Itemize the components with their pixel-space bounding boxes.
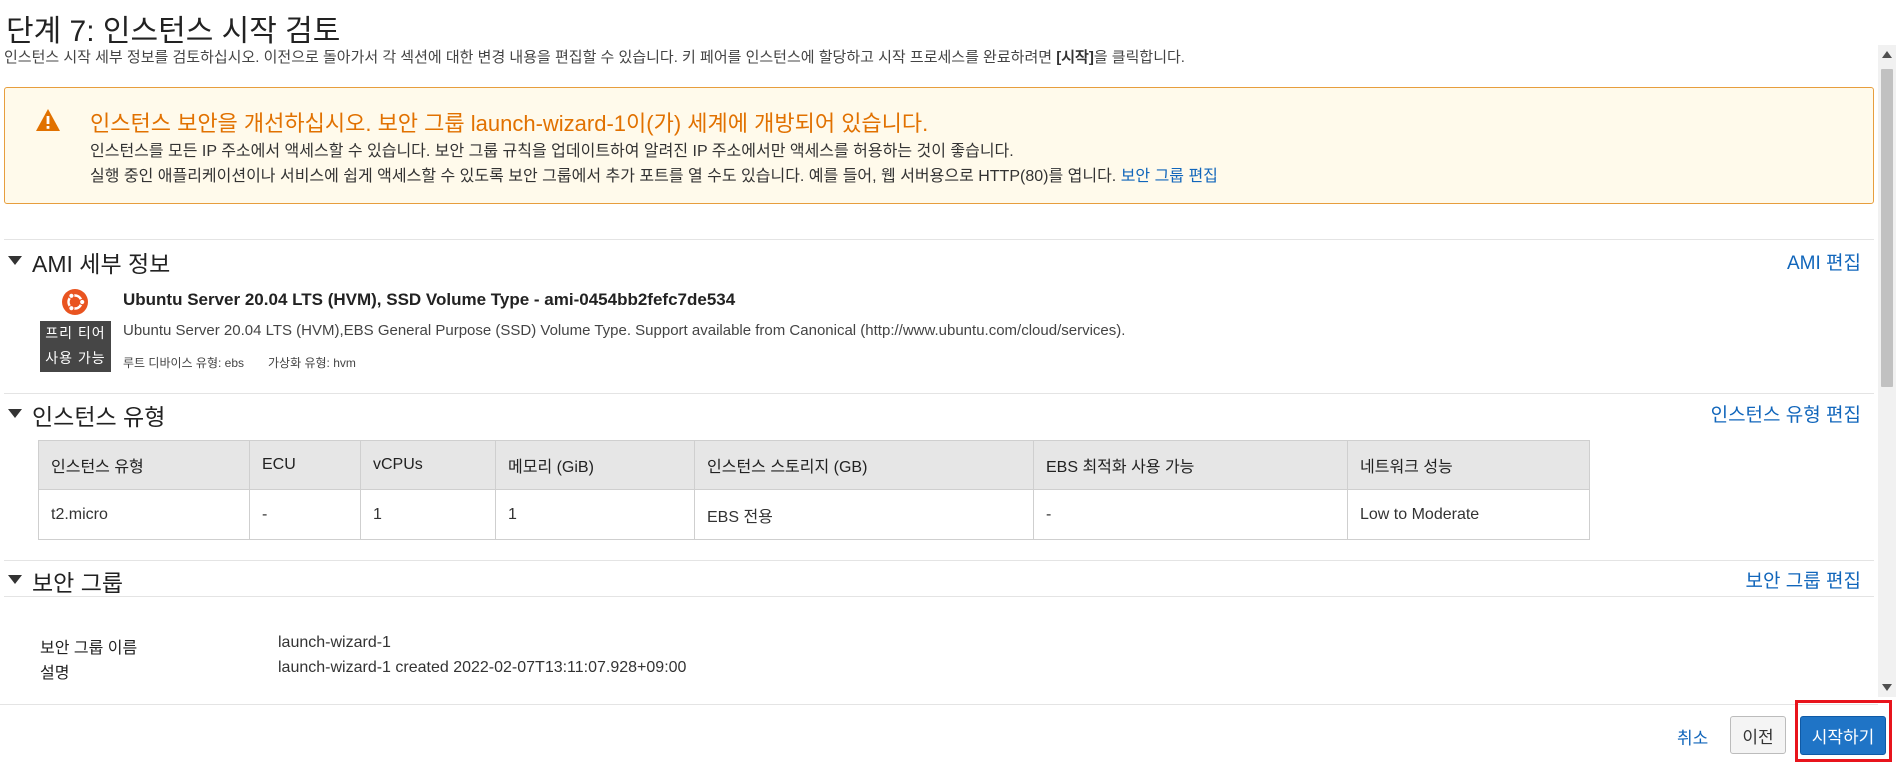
edit-security-group-link[interactable]: 보안 그룹 편집	[1746, 566, 1861, 593]
instance-type-section-title: 인스턴스 유형	[32, 404, 166, 430]
collapse-caret-icon[interactable]	[8, 408, 22, 418]
security-group-name-label: 보안 그룹 이름	[40, 640, 138, 657]
table-cell: EBS 전용	[694, 489, 1034, 540]
free-tier-badge-line-1: 프리 티어	[45, 325, 106, 341]
table-cell: t2.micro	[38, 489, 250, 540]
security-group-desc-label: 설명	[40, 665, 70, 682]
ubuntu-logo-icon	[61, 288, 89, 321]
section-divider	[4, 560, 1874, 561]
table-cell: Low to Moderate	[1347, 489, 1590, 540]
cancel-button[interactable]: 취소	[1677, 724, 1708, 749]
table-cell: -	[1033, 489, 1348, 540]
column-header: EBS 최적화 사용 가능	[1033, 440, 1348, 490]
page-description-end: 을 클릭합니다.	[1093, 49, 1185, 66]
ami-section-header[interactable]: AMI 세부 정보	[8, 245, 171, 277]
column-header: 네트워크 성능	[1347, 440, 1590, 490]
section-divider	[4, 393, 1874, 394]
warning-triangle-icon	[35, 108, 61, 137]
security-group-name-value: launch-wizard-1	[278, 634, 391, 651]
page-description-text: 인스턴스 시작 세부 정보를 검토하십시오. 이전으로 돌아가서 각 섹션에 대…	[4, 49, 1057, 66]
collapse-caret-icon[interactable]	[8, 574, 22, 584]
instance-type-table: 인스턴스 유형 ECU vCPUs 메모리 (GiB) 인스턴스 스토리지 (G…	[38, 440, 1590, 540]
warning-line-2: 실행 중인 애플리케이션이나 서비스에 쉽게 액세스할 수 있도록 보안 그룹에…	[90, 162, 1218, 186]
table-cell: 1	[360, 489, 496, 540]
ami-description: Ubuntu Server 20.04 LTS (HVM),EBS Genera…	[123, 322, 1126, 339]
column-header: 메모리 (GiB)	[495, 440, 695, 490]
ami-name: Ubuntu Server 20.04 LTS (HVM), SSD Volum…	[123, 290, 736, 309]
section-divider	[4, 596, 1874, 597]
table-header-row: 인스턴스 유형 ECU vCPUs 메모리 (GiB) 인스턴스 스토리지 (G…	[38, 440, 1590, 490]
ami-virtualization: 가상화 유형: hvm	[268, 356, 356, 370]
warning-title: 인스턴스 보안을 개선하십시오. 보안 그룹 launch-wizard-1이(…	[90, 111, 929, 136]
ami-root-device: 루트 디바이스 유형: ebs	[123, 356, 245, 370]
vertical-scrollbar[interactable]	[1878, 45, 1896, 697]
table-cell: 1	[495, 489, 695, 540]
column-header: 인스턴스 스토리지 (GB)	[694, 440, 1034, 490]
table-cell: -	[249, 489, 361, 540]
security-group-section-header[interactable]: 보안 그룹	[8, 564, 124, 596]
scroll-down-arrow-icon[interactable]	[1882, 684, 1892, 691]
ami-section-title: AMI 세부 정보	[32, 251, 171, 277]
section-divider	[4, 239, 1874, 240]
security-group-section-title: 보안 그룹	[32, 570, 124, 596]
edit-ami-link[interactable]: AMI 편집	[1787, 248, 1861, 275]
footer-divider	[0, 704, 1878, 705]
security-group-desc-value: launch-wizard-1 created 2022-02-07T13:11…	[278, 659, 687, 676]
warning-line-2-text: 실행 중인 애플리케이션이나 서비스에 쉽게 액세스할 수 있도록 보안 그룹에…	[90, 168, 1117, 185]
scrollbar-thumb[interactable]	[1881, 69, 1893, 387]
page-description: 인스턴스 시작 세부 정보를 검토하십시오. 이전으로 돌아가서 각 섹션에 대…	[4, 46, 1185, 67]
scroll-up-arrow-icon[interactable]	[1882, 51, 1892, 58]
collapse-caret-icon[interactable]	[8, 255, 22, 265]
ami-meta: 루트 디바이스 유형: ebs 가상화 유형: hvm	[123, 354, 356, 371]
free-tier-badge: 프리 티어 사용 가능	[40, 321, 111, 372]
security-warning-box: 인스턴스 보안을 개선하십시오. 보안 그룹 launch-wizard-1이(…	[4, 87, 1874, 204]
page-description-bold: [시작]	[1056, 49, 1094, 66]
free-tier-badge-line-2: 사용 가능	[45, 350, 106, 366]
column-header: 인스턴스 유형	[38, 440, 250, 490]
instance-type-section-header[interactable]: 인스턴스 유형	[8, 398, 166, 430]
edit-instance-type-link[interactable]: 인스턴스 유형 편집	[1711, 400, 1861, 427]
page-title: 단계 7: 인스턴스 시작 검토	[6, 15, 341, 48]
previous-button[interactable]: 이전	[1730, 716, 1786, 754]
edit-security-group-link-warning[interactable]: 보안 그룹 편집	[1121, 168, 1218, 185]
column-header: vCPUs	[360, 440, 496, 490]
table-row: t2.micro - 1 1 EBS 전용 - Low to Moderate	[38, 489, 1590, 540]
launch-button[interactable]: 시작하기	[1800, 716, 1886, 755]
warning-line-1: 인스턴스를 모든 IP 주소에서 액세스할 수 있습니다. 보안 그룹 규칙을 …	[90, 143, 1014, 160]
column-header: ECU	[249, 440, 361, 490]
